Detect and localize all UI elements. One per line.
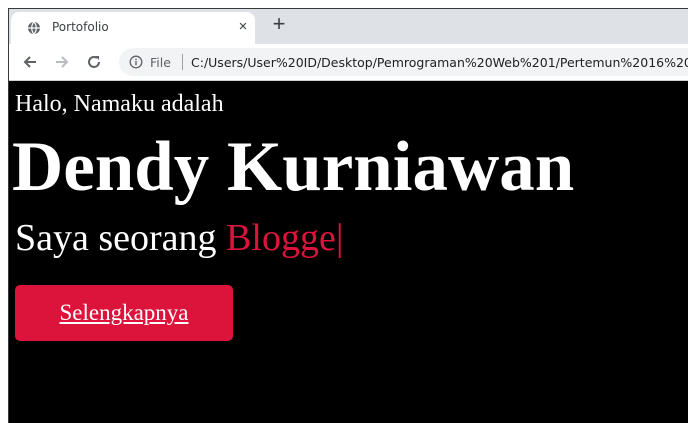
tab-portofolio[interactable]: Portofolio ×	[11, 12, 255, 44]
tab-title: Portofolio	[52, 20, 109, 34]
browser-window: Portofolio × + File C:/Users/User%20ID/D…	[8, 8, 688, 423]
reload-icon[interactable]	[85, 53, 103, 71]
back-arrow-icon[interactable]	[21, 53, 39, 71]
page-content: Halo, Namaku adalah Dendy Kurniawan Saya…	[9, 81, 688, 423]
globe-icon	[28, 21, 40, 35]
url-text[interactable]: C:/Users/User%20ID/Desktop/Pemrograman%2…	[191, 55, 688, 70]
address-bar[interactable]: File C:/Users/User%20ID/Desktop/Pemrogra…	[119, 48, 688, 76]
browser-toolbar: File C:/Users/User%20ID/Desktop/Pemrogra…	[9, 44, 688, 81]
selengkapnya-button[interactable]: Selengkapnya	[15, 285, 233, 341]
close-icon[interactable]: ×	[235, 19, 251, 35]
typed-role: Blogge	[226, 217, 336, 259]
greeting-text: Halo, Namaku adalah	[15, 91, 224, 117]
info-icon[interactable]	[129, 55, 143, 69]
omnibox-divider	[182, 54, 183, 70]
tab-strip: Portofolio × +	[9, 9, 688, 44]
typing-cursor: |	[335, 217, 344, 259]
forward-arrow-icon[interactable]	[53, 53, 71, 71]
role-line: Saya seorang Blogge|	[15, 216, 343, 260]
role-prefix: Saya seorang	[15, 217, 227, 259]
scheme-label: File	[150, 55, 171, 70]
new-tab-button[interactable]: +	[269, 13, 289, 35]
hero-name: Dendy Kurniawan	[12, 128, 575, 206]
